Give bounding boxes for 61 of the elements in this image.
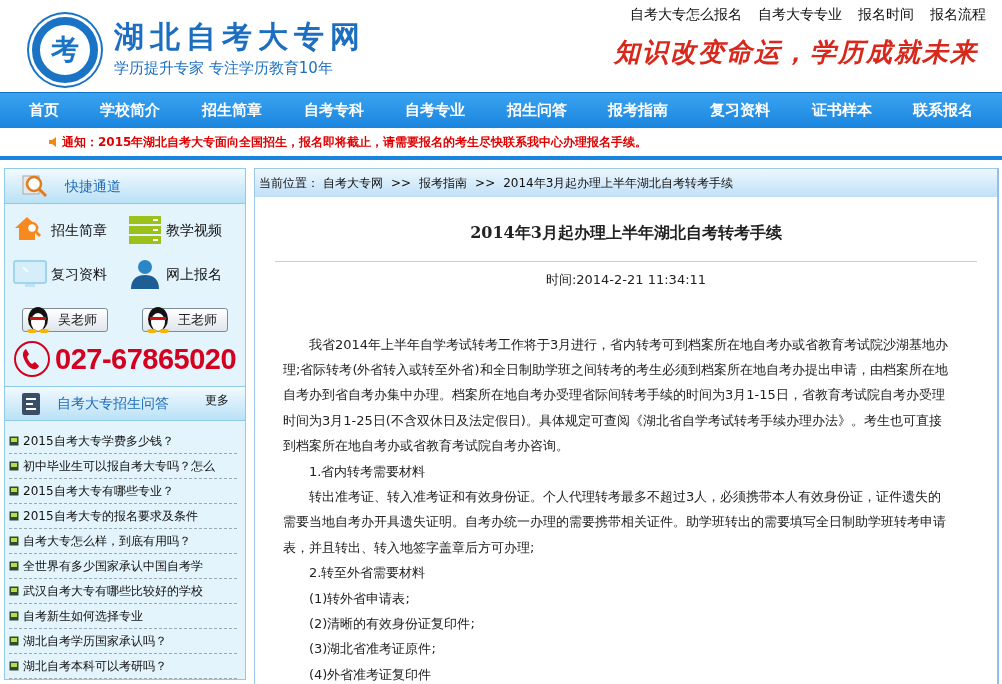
paragraph: (4)外省准考证复印件: [308, 665, 433, 684]
paragraph: (3)湖北省准考证原件;: [308, 640, 437, 659]
faq-link[interactable]: 自考新生如何选择专业: [23, 607, 143, 625]
paragraph: 1.省内转考需要材料: [308, 462, 427, 481]
breadcrumb-separator: >>: [475, 175, 496, 192]
faq-link[interactable]: 初中毕业生可以报自考大专吗？怎么: [23, 457, 215, 475]
faq-link[interactable]: 湖北自考学历国家承认吗？: [23, 632, 167, 650]
server-icon: [128, 214, 162, 246]
panel-title: 快捷通道: [65, 176, 121, 196]
bullet-icon: [9, 636, 19, 646]
bullet-icon: [9, 611, 19, 621]
slogan: 知识改变命运，学历成就未来: [614, 36, 978, 69]
quick-link[interactable]: 招生简章: [13, 212, 128, 248]
speaker-icon: [48, 137, 58, 147]
faq-link[interactable]: 自考大专怎么样，到底有用吗？: [23, 532, 191, 550]
faq-link[interactable]: 2015自考大专的报名要求及条件: [23, 507, 198, 525]
magnifier-icon: [21, 173, 49, 199]
faq-link[interactable]: 全世界有多少国家承认中国自考学: [23, 557, 203, 575]
bullet-icon: [9, 511, 19, 521]
faq-link[interactable]: 2015自考大专学费多少钱？: [23, 432, 174, 450]
more-link[interactable]: 更多: [205, 387, 229, 409]
bullet-icon: [9, 436, 19, 446]
bullet-icon: [9, 586, 19, 596]
paragraph: (1)转外省申请表;: [308, 589, 411, 608]
bullet-icon: [9, 661, 19, 671]
quick-link[interactable]: 复习资料: [13, 256, 128, 292]
bullet-icon: [9, 561, 19, 571]
quick-link[interactable]: 网上报名: [128, 256, 243, 292]
breadcrumb-label: 当前位置：: [259, 175, 319, 192]
chat-button[interactable]: 吴老师: [22, 308, 108, 332]
breadcrumb-link[interactable]: 自考大专网: [323, 174, 383, 192]
paragraph: 转出准考证、转入准考证和有效身份证。个人代理转考最多不超过3人，必须携带本人有效身份证，证件遗失的需要当地自考办开具遗失证明。自考办统一办理的需要携带相关证件。助学班转出的需要填写全日制助学班转考申请表，并且转出、转入地签字盖章后方可办理;: [283, 487, 947, 557]
top-link[interactable]: 报名时间: [858, 4, 914, 25]
panel-title: 自考大专招生问答: [57, 394, 170, 413]
faq-link[interactable]: 武汉自考大专有哪些比较好的学校: [23, 582, 203, 600]
site-name: 湖北自考大专网: [114, 20, 366, 54]
article-title: 2014年3月起办理上半年湖北自考转考手续: [469, 222, 783, 244]
document-icon: [21, 391, 41, 416]
phone-number: 027-67865020: [55, 341, 237, 377]
faq-link[interactable]: 湖北自考本科可以考研吗？: [23, 657, 167, 675]
person-icon: [128, 258, 162, 290]
notice-text: 通知：2015年湖北自考大专面向全国招生，报名即将截止，请需要报名的考生尽快联系我中心办理报名手续。: [62, 134, 648, 151]
bullet-icon: [9, 486, 19, 496]
top-link[interactable]: 报名流程: [930, 4, 986, 25]
monitor-icon: [13, 258, 47, 290]
phone-icon: [13, 340, 51, 378]
article-date: 时间:2014-2-21 11:34:11: [544, 271, 708, 289]
paragraph: 2.转至外省需要材料: [308, 564, 427, 583]
chat-button[interactable]: 王老师: [142, 308, 228, 332]
top-link[interactable]: 自考大专专业: [758, 4, 842, 25]
breadcrumb-separator: >>: [391, 175, 412, 192]
breadcrumb-current: 2014年3月起办理上半年湖北自考转考手续: [503, 175, 734, 192]
breadcrumb-link[interactable]: 报考指南: [419, 174, 468, 192]
top-link[interactable]: 自考大专怎么报名: [630, 4, 742, 25]
bullet-icon: [9, 461, 19, 471]
tagline: 学历提升专家 专注学历教育10年: [114, 58, 334, 80]
faq-link[interactable]: 2015自考大专有哪些专业？: [23, 482, 174, 500]
paragraph: (2)清晰的有效身份证复印件;: [308, 614, 476, 633]
paragraph: 我省2014年上半年自学考试转考工作将于3月进行，省内转考可到档案所在地自考办或省教育考试院沙湖基地办理;省际转考(外省转入或转至外省)和全日制助学班之间转考的考生必须到档案所在地自考办提出申请，由档案所在地自考办到省自考办集中办理。档案所在地自考办受理省际间转考手续的时间为3月1-15日，省教育考试院自考办受理时间为3月1-25日(不含双休日及法定假日)。具体规定可查阅《湖北省自学考试转考手续办理办法》。考生也可直接到档案所在地自考办或省教育考试院自考办咨询。: [283, 335, 950, 456]
bullet-icon: [9, 536, 19, 546]
quick-link[interactable]: 教学视频: [128, 212, 243, 248]
